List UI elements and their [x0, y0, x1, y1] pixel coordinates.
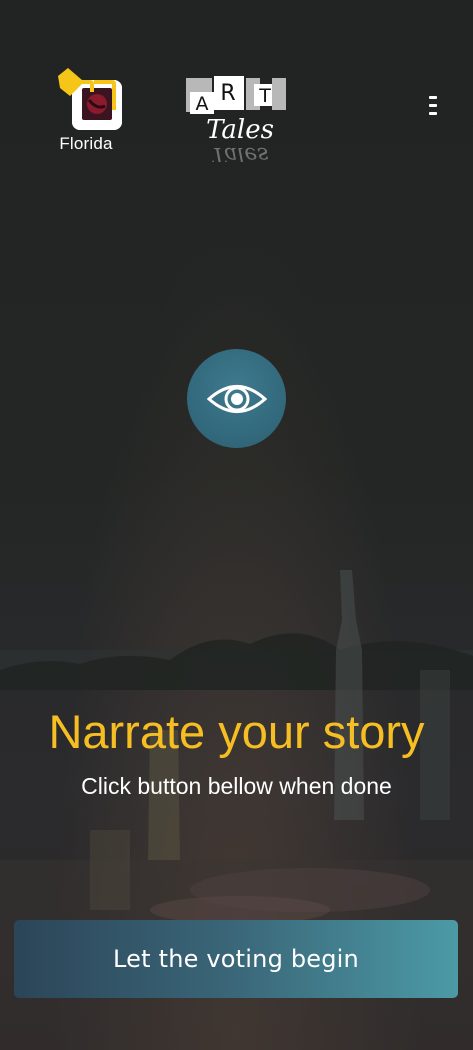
vertical-ellipsis-icon — [429, 96, 437, 99]
svg-text:A: A — [196, 93, 209, 115]
bookmark-ribbon-icon — [58, 68, 116, 110]
location-badge — [58, 68, 122, 130]
top-bar: Florida A R T Tales Tales — [0, 0, 473, 170]
start-voting-button[interactable]: Let the voting begin — [14, 920, 458, 998]
page-title: Narrate your story — [48, 705, 425, 758]
svg-text:Tales: Tales — [206, 115, 274, 145]
instruction-text: Click button bellow when done — [81, 773, 392, 799]
svg-text:R: R — [220, 81, 235, 106]
view-artwork-button[interactable] — [187, 349, 286, 448]
location-label: Florida — [59, 134, 113, 153]
app-logo: A R T Tales Tales — [184, 74, 288, 167]
overflow-menu-button[interactable] — [418, 90, 448, 122]
svg-text:Tales: Tales — [211, 142, 268, 162]
eye-icon — [206, 384, 267, 413]
narrate-screen: Florida A R T Tales Tales Narrate your s… — [0, 0, 473, 1050]
svg-text:T: T — [258, 85, 271, 107]
art-tales-logo-icon: A R T Tales Tales — [186, 76, 286, 167]
location-selector[interactable]: Florida — [50, 68, 122, 154]
